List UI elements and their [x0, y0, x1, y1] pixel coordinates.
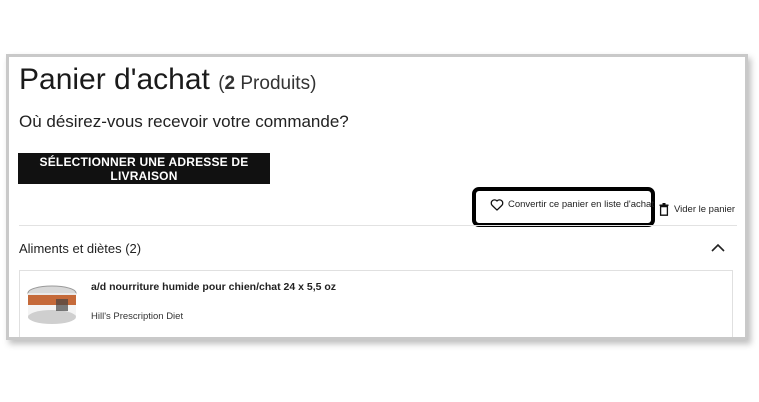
cart-panel: Panier d'achat (2 Produits) Où désirez-v… [6, 54, 748, 340]
convert-label: Convertir ce panier en liste d'achat [508, 199, 654, 210]
divider [19, 225, 737, 226]
delivery-question: Où désirez-vous recevoir votre commande? [19, 112, 349, 131]
chevron-up-icon[interactable] [709, 239, 727, 257]
heart-icon [490, 199, 504, 211]
cart-title: Panier d'achat [19, 63, 210, 96]
section-title: Aliments et diètes (2) [19, 240, 142, 256]
empty-cart-link[interactable]: Vider le panier [659, 203, 735, 216]
count-number: 2 [224, 73, 236, 94]
count-label: Produits) [235, 73, 317, 94]
product-count: (2 Produits) [218, 73, 316, 94]
cart-actions: Convertir ce panier en liste d'achat Vid… [472, 187, 737, 227]
trash-icon [659, 203, 669, 216]
product-brand: Hill's Prescription Diet [91, 311, 184, 322]
select-address-button[interactable]: SÉLECTIONNER UNE ADRESSE DE LIVRAISON [18, 153, 270, 184]
page-title: Panier d'achat (2 Produits) [19, 63, 316, 97]
product-name[interactable]: a/d nourriture humide pour chien/chat 24… [91, 281, 336, 293]
list-item: a/d nourriture humide pour chien/chat 24… [19, 270, 733, 337]
convert-to-list-link[interactable]: Convertir ce panier en liste d'achat [490, 198, 654, 211]
section-header[interactable]: Aliments et diètes (2) [19, 232, 737, 264]
product-image[interactable] [26, 279, 78, 333]
empty-cart-label: Vider le panier [674, 204, 736, 215]
